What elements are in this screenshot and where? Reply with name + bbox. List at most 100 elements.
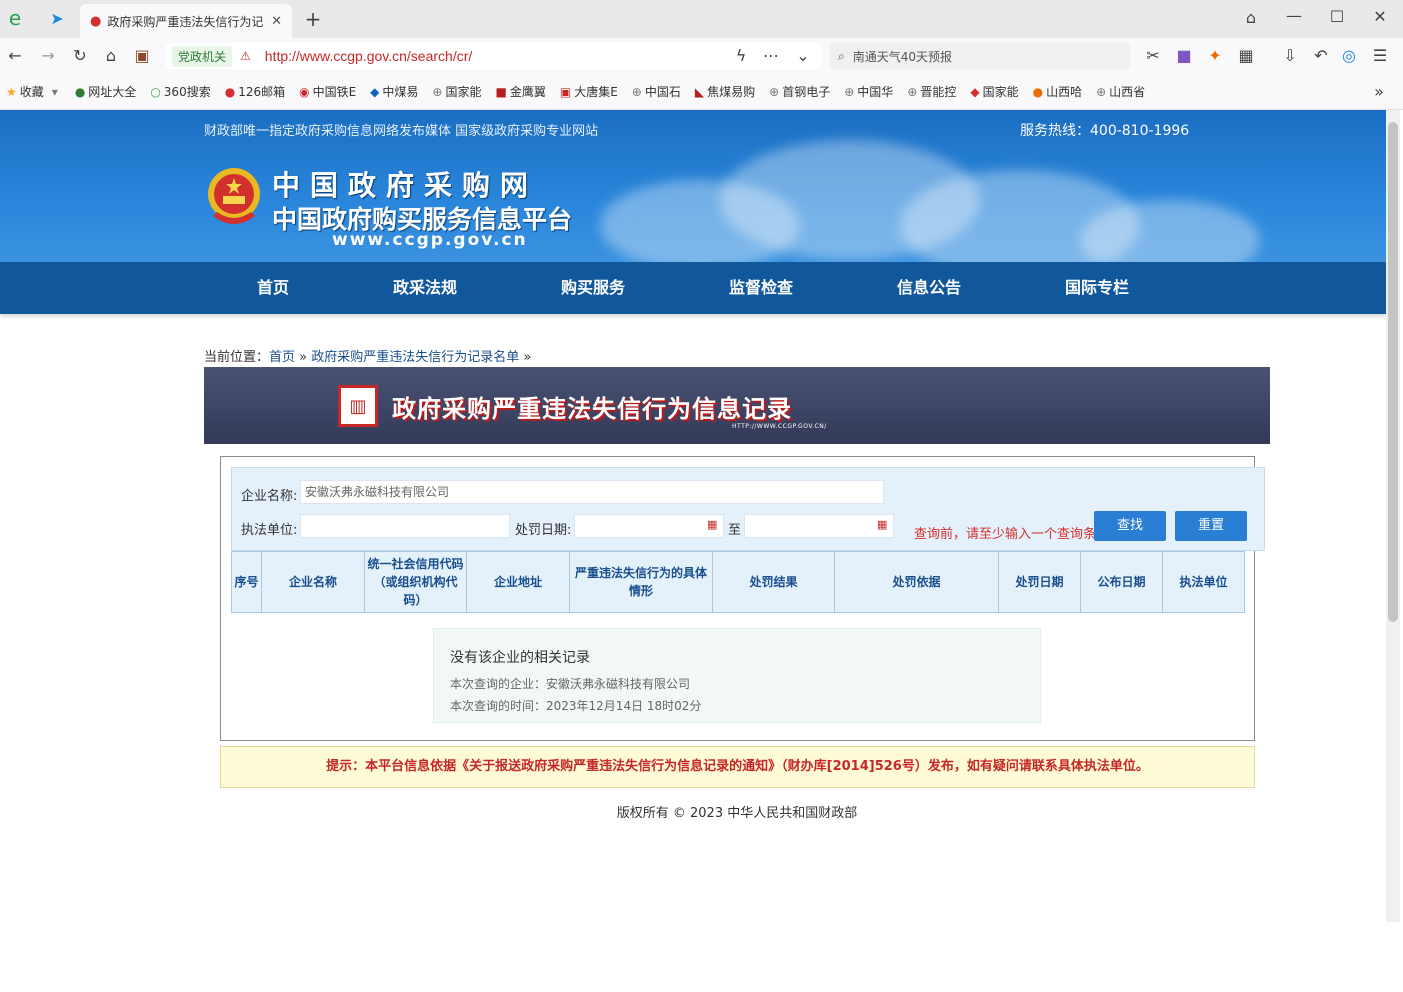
credit-record-banner: ▥ 政府采购严重违法失信行为信息记录 HTTP://WWW.CCGP.GOV.C… — [204, 367, 1270, 444]
pinned-tab-icon[interactable]: ➤ — [46, 9, 68, 29]
bookmark-item[interactable]: ⊕ 中国石 — [632, 83, 681, 100]
back-icon[interactable]: ← — [4, 46, 26, 66]
active-tab[interactable]: ● 政府采购严重违法失信行为记 ✕ — [80, 4, 292, 38]
bookmark-label: 山西哈 — [1046, 85, 1083, 99]
more-bookmarks-icon[interactable]: » — [1368, 82, 1390, 102]
bookmark-item[interactable]: ● 网址大全 — [75, 83, 137, 100]
site-name[interactable]: 中国政府采购网 — [272, 164, 538, 204]
bookmark-item[interactable]: ⊕ 中国华 — [844, 83, 893, 100]
bookmark-label: 大唐集E — [574, 85, 618, 99]
results-table-header: 序号 企业名称 统一社会信用代码（或组织机构代码） 企业地址 严重违法失信行为的… — [231, 551, 1245, 613]
url-bar[interactable]: 党政机关 ⚠ http://www.ccgp.gov.cn/search/cr/ — [166, 43, 822, 69]
queried-company: 本次查询的企业：安徽沃弗永磁科技有限公司 — [450, 677, 691, 691]
globe-icon: ⊕ — [769, 84, 780, 99]
no-records-title: 没有该企业的相关记录 — [450, 650, 590, 666]
maximize-icon[interactable]: ☐ — [1326, 7, 1348, 27]
date-to-label: 至 — [728, 523, 742, 538]
main-nav: 首页 政采法规 购买服务 监督检查 信息公告 国际专栏 — [0, 262, 1386, 314]
bookmark-item[interactable]: ■ 金鹰翼 — [496, 83, 546, 100]
close-window-icon[interactable]: ✕ — [1369, 7, 1391, 27]
nav-item-supervision[interactable]: 监督检查 — [729, 262, 793, 314]
bookmark-item[interactable]: ◣ 焦煤易购 — [695, 83, 755, 100]
shirt-icon[interactable]: ⌂ — [1240, 8, 1262, 28]
flash-icon[interactable]: ϟ — [730, 46, 752, 66]
nav-item-international[interactable]: 国际专栏 — [1065, 262, 1129, 314]
tab-close-icon[interactable]: ✕ — [271, 14, 282, 29]
column-header: 企业地址 — [467, 552, 570, 612]
nav-item-home[interactable]: 首页 — [257, 262, 289, 314]
breadcrumb-home-link[interactable]: 首页 — [269, 350, 295, 365]
breadcrumb: 当前位置：首页 » 政府采购严重违法失信行为记录名单 » — [204, 346, 531, 365]
column-header: 统一社会信用代码（或组织机构代码） — [365, 552, 467, 612]
reload-icon[interactable]: ↻ — [69, 46, 91, 66]
breadcrumb-prefix: 当前位置： — [204, 350, 270, 365]
site-icon: ■ — [495, 84, 507, 99]
scissors-icon[interactable]: ✂ — [1142, 46, 1164, 66]
calendar-icon[interactable]: ▦ — [707, 518, 717, 531]
site-icon: ● — [1032, 84, 1044, 99]
site-icon: ● — [74, 84, 86, 99]
game-icon[interactable]: ✦ — [1204, 46, 1226, 66]
calendar-icon[interactable]: ▦ — [877, 518, 887, 531]
new-tab-icon[interactable]: + — [302, 9, 324, 29]
globe-icon: ⊕ — [432, 84, 443, 99]
bookmark-item[interactable]: ⊕ 首钢电子 — [769, 83, 830, 100]
home-icon[interactable]: ⌂ — [100, 46, 122, 66]
search-icon: ⌕ — [838, 48, 845, 63]
forward-icon[interactable]: → — [37, 46, 59, 66]
bookmark-label: 收藏 — [19, 85, 44, 99]
credit-banner-url: HTTP://WWW.CCGP.GOV.CN/ — [732, 423, 827, 430]
bookmark-item[interactable]: ★ 收藏 ▾ — [6, 83, 61, 100]
date-to-input[interactable] — [744, 514, 894, 538]
browser-logo-icon[interactable]: e — [4, 8, 26, 28]
bookmark-item[interactable]: ◉ 中国铁E — [299, 83, 356, 100]
wallet-icon[interactable]: ▣ — [131, 46, 153, 66]
site-url: www.ccgp.gov.cn — [332, 230, 528, 250]
nav-item-services[interactable]: 购买服务 — [561, 262, 625, 314]
national-emblem-icon — [208, 168, 260, 224]
nav-item-announcements[interactable]: 信息公告 — [897, 262, 961, 314]
search-hint: 查询前，请至少输入一个查询条件 — [914, 527, 1110, 542]
no-records-message: 没有该企业的相关记录 本次查询的企业：安徽沃弗永磁科技有限公司 本次查询的时间：… — [433, 628, 1041, 723]
download-icon[interactable]: ⇩ — [1279, 46, 1301, 66]
bookmark-item[interactable]: ◆ 中煤易 — [370, 83, 418, 100]
bookmark-item[interactable]: ⊕ 山西省 — [1096, 83, 1145, 100]
agency-input[interactable] — [300, 514, 510, 538]
column-header: 企业名称 — [262, 552, 365, 612]
bookmark-item[interactable]: ◆ 国家能 — [970, 83, 1018, 100]
undo-icon[interactable]: ↶ — [1310, 46, 1332, 66]
bookmark-item[interactable]: ● 山西哈 — [1033, 83, 1083, 100]
company-name-input[interactable]: 安徽沃弗永磁科技有限公司 — [300, 480, 884, 504]
globe-icon: ⊕ — [844, 84, 855, 99]
apps-grid-icon[interactable]: ▦ — [1235, 46, 1257, 66]
reset-button[interactable]: 重置 — [1175, 511, 1247, 541]
more-icon[interactable]: ⋯ — [760, 46, 782, 66]
bookmark-label: 国家能 — [982, 85, 1019, 99]
browser-account-icon[interactable]: ◎ — [1338, 46, 1360, 66]
scrollbar-thumb[interactable] — [1388, 122, 1398, 622]
credit-banner-title: 政府采购严重违法失信行为信息记录 — [392, 395, 792, 423]
chevron-down-icon[interactable]: ⌄ — [792, 46, 814, 66]
seal-icon: ▥ — [338, 385, 378, 427]
breadcrumb-current-link[interactable]: 政府采购严重违法失信行为记录名单 — [311, 350, 519, 365]
search-button[interactable]: 查找 — [1094, 511, 1166, 541]
column-header: 执法单位 — [1179, 575, 1228, 589]
site-icon: ◣ — [694, 84, 705, 99]
date-from-input[interactable] — [574, 514, 724, 538]
site-icon: ◆ — [370, 84, 380, 99]
menu-icon[interactable]: ☰ — [1369, 46, 1391, 66]
page-scrollbar[interactable] — [1386, 110, 1400, 922]
bookmark-item[interactable]: ⊕ 晋能控 — [907, 83, 956, 100]
column-header: 处罚依据 — [835, 552, 999, 612]
bookmark-item[interactable]: ○ 360搜索 — [150, 83, 210, 100]
extension-icon[interactable]: ■ — [1173, 46, 1195, 66]
minimize-icon[interactable]: — — [1283, 6, 1305, 26]
bookmark-item[interactable]: ● 126邮箱 — [225, 83, 285, 100]
site-tagline: 财政部唯一指定政府采购信息网络发布媒体 国家级政府采购专业网站 — [204, 124, 599, 139]
bookmark-label: 中国石 — [644, 85, 681, 99]
bookmark-item[interactable]: ▣ 大唐集E — [560, 83, 618, 100]
bookmark-item[interactable]: ⊕ 国家能 — [432, 83, 481, 100]
notice-bar: 提示：本平台信息依据《关于报送政府采购严重违法失信行为信息记录的通知》（财办库[… — [220, 746, 1255, 788]
nav-item-regulations[interactable]: 政采法规 — [393, 262, 457, 314]
browser-search-input[interactable]: ⌕ 南通天气40天预报 — [830, 43, 1130, 69]
